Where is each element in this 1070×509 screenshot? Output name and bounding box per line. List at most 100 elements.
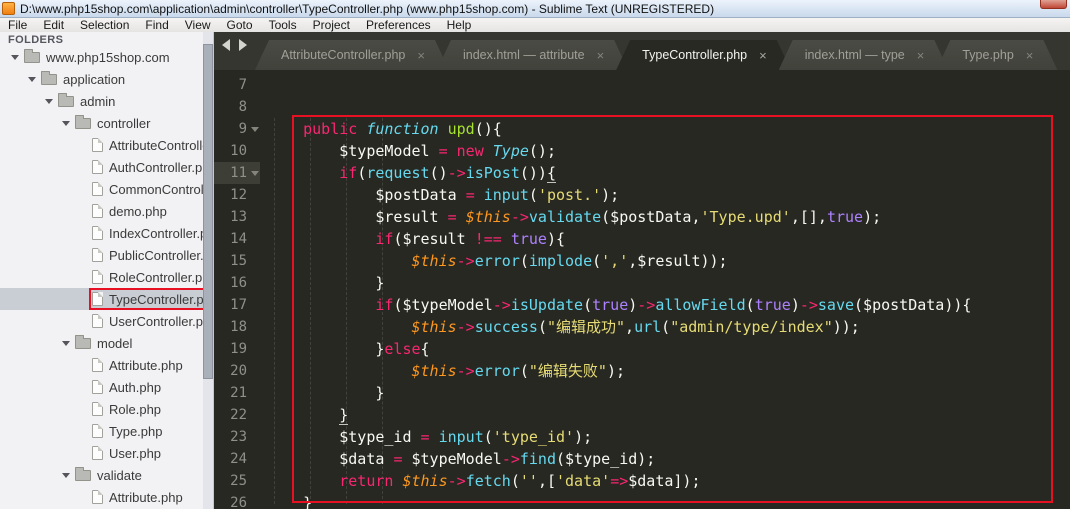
disclosure-triangle-icon[interactable]	[28, 76, 36, 82]
code-line-10[interactable]: $typeModel = new Type();	[267, 140, 1070, 162]
tree-item-demo-php[interactable]: demo.php	[0, 200, 213, 222]
line-number[interactable]: 18	[214, 316, 260, 338]
disclosure-triangle-icon[interactable]	[11, 54, 19, 60]
tree-item-attribute-php[interactable]: Attribute.php	[0, 486, 213, 508]
fold-arrow-icon[interactable]	[251, 171, 259, 176]
tab-close-icon[interactable]: ×	[917, 49, 925, 62]
line-number[interactable]: 12	[214, 184, 260, 206]
line-number[interactable]: 8	[214, 96, 260, 118]
tree-item-controller[interactable]: controller	[0, 112, 213, 134]
menu-view[interactable]: View	[177, 18, 219, 32]
tree-item-model[interactable]: model	[0, 332, 213, 354]
disclosure-triangle-icon[interactable]	[45, 98, 53, 104]
tab-attributecontroller-php[interactable]: AttributeController.php ×	[255, 40, 449, 70]
disclosure-triangle-icon[interactable]	[62, 340, 70, 346]
code-line-19[interactable]: }else{	[267, 338, 1070, 360]
tree-item-indexcontroller-php[interactable]: IndexController.php	[0, 222, 213, 244]
tree-item-user-php[interactable]: User.php	[0, 442, 213, 464]
tree-item-authcontroller-php[interactable]: AuthController.php	[0, 156, 213, 178]
tree-item-auth-php[interactable]: Auth.php	[0, 376, 213, 398]
tree-item-validate[interactable]: validate	[0, 464, 213, 486]
fold-arrow-icon[interactable]	[251, 127, 259, 132]
tree-item-typecontroller-php[interactable]: TypeController.php	[0, 288, 213, 310]
line-number[interactable]: 22	[214, 404, 260, 426]
tab-close-icon[interactable]: ×	[597, 49, 605, 62]
code-line-17[interactable]: if($typeModel->isUpdate(true)->allowFiel…	[267, 294, 1070, 316]
code-area[interactable]: public function upd(){ $typeModel = new …	[260, 70, 1070, 509]
code-line-12[interactable]: $postData = input('post.');	[267, 184, 1070, 206]
line-number[interactable]: 16	[214, 272, 260, 294]
tab-scroll-left-icon[interactable]	[222, 39, 230, 51]
tab-scroll-right-icon[interactable]	[239, 39, 247, 51]
code-line-21[interactable]: }	[267, 382, 1070, 404]
tab-close-icon[interactable]: ×	[759, 49, 767, 62]
tree-item-role-php[interactable]: Role.php	[0, 398, 213, 420]
code-line-18[interactable]: $this->success("编辑成功",url("admin/type/in…	[267, 316, 1070, 338]
code-line-22[interactable]: }	[267, 404, 1070, 426]
line-number[interactable]: 24	[214, 448, 260, 470]
line-number[interactable]: 15	[214, 250, 260, 272]
menu-help[interactable]: Help	[439, 18, 480, 32]
menu-edit[interactable]: Edit	[35, 18, 72, 32]
line-number[interactable]: 17	[214, 294, 260, 316]
tab-close-icon[interactable]: ×	[417, 49, 425, 62]
disclosure-triangle-icon[interactable]	[62, 120, 70, 126]
code-line-9[interactable]: public function upd(){	[267, 118, 1070, 140]
code-line-11[interactable]: if(request()->isPost()){	[267, 162, 1070, 184]
disclosure-triangle-icon[interactable]	[62, 472, 70, 478]
code-line-7[interactable]	[267, 74, 1070, 96]
line-number[interactable]: 10	[214, 140, 260, 162]
tree-item-rolecontroller-php[interactable]: RoleController.php	[0, 266, 213, 288]
code-line-15[interactable]: $this->error(implode(',',$result));	[267, 250, 1070, 272]
line-number[interactable]: 25	[214, 470, 260, 492]
code-line-14[interactable]: if($result !== true){	[267, 228, 1070, 250]
tab-typecontroller-php[interactable]: TypeController.php ×	[616, 40, 791, 70]
code-line-8[interactable]	[267, 96, 1070, 118]
close-window-button[interactable]	[1040, 0, 1067, 9]
tab-index-html-attribute[interactable]: index.html — attribute ×	[437, 40, 628, 70]
menu-find[interactable]: Find	[137, 18, 176, 32]
line-number[interactable]: 14	[214, 228, 260, 250]
sidebar-scrollbar-track[interactable]	[203, 32, 213, 509]
tab-index-html-type[interactable]: index.html — type ×	[779, 40, 949, 70]
menu-preferences[interactable]: Preferences	[358, 18, 439, 32]
menu-tools[interactable]: Tools	[261, 18, 305, 32]
tab-type-php[interactable]: Type.php ×	[936, 40, 1057, 70]
code-line-24[interactable]: $data = $typeModel->find($type_id);	[267, 448, 1070, 470]
tree-item-application[interactable]: application	[0, 68, 213, 90]
code-line-23[interactable]: $type_id = input('type_id');	[267, 426, 1070, 448]
code-line-26[interactable]: }	[267, 492, 1070, 509]
code-line-20[interactable]: $this->error("编辑失败");	[267, 360, 1070, 382]
code-line-13[interactable]: $result = $this->validate($postData,'Typ…	[267, 206, 1070, 228]
tree-item-attributecontroller-php[interactable]: AttributeController.php	[0, 134, 213, 156]
tab-close-icon[interactable]: ×	[1026, 49, 1034, 62]
code-line-25[interactable]: return $this->fetch('',['data'=>$data]);	[267, 470, 1070, 492]
menu-file[interactable]: File	[0, 18, 35, 32]
line-number[interactable]: 11	[214, 162, 260, 184]
tree-item-publiccontroller-php[interactable]: PublicController.php	[0, 244, 213, 266]
tree-item-commoncontroller-php[interactable]: CommonController.php	[0, 178, 213, 200]
editor[interactable]: 7 8 9 10 11 12 13 14 15 16 17 18 19 20 21 22 23 24 25 26 pu…	[214, 70, 1070, 509]
tree-item-admin[interactable]: admin	[0, 90, 213, 112]
menu-project[interactable]: Project	[305, 18, 358, 32]
tree-item-www-php15shop-com[interactable]: www.php15shop.com	[0, 46, 213, 68]
code-line-16[interactable]: }	[267, 272, 1070, 294]
line-number[interactable]: 20	[214, 360, 260, 382]
code-token: ($result	[393, 230, 475, 248]
tree-item-usercontroller-php[interactable]: UserController.php	[0, 310, 213, 332]
line-number[interactable]: 7	[214, 74, 260, 96]
tree-item-attribute-php[interactable]: Attribute.php	[0, 354, 213, 376]
line-number[interactable]: 23	[214, 426, 260, 448]
line-number[interactable]: 13	[214, 206, 260, 228]
sidebar-scrollbar-thumb[interactable]	[203, 44, 213, 379]
line-number[interactable]: 21	[214, 382, 260, 404]
menu-goto[interactable]: Goto	[219, 18, 261, 32]
file-icon	[92, 358, 103, 372]
line-number[interactable]: 19	[214, 338, 260, 360]
line-number[interactable]: 26	[214, 492, 260, 509]
line-number[interactable]: 9	[214, 118, 260, 140]
tree-item-type-php[interactable]: Type.php	[0, 420, 213, 442]
menu-selection[interactable]: Selection	[72, 18, 137, 32]
